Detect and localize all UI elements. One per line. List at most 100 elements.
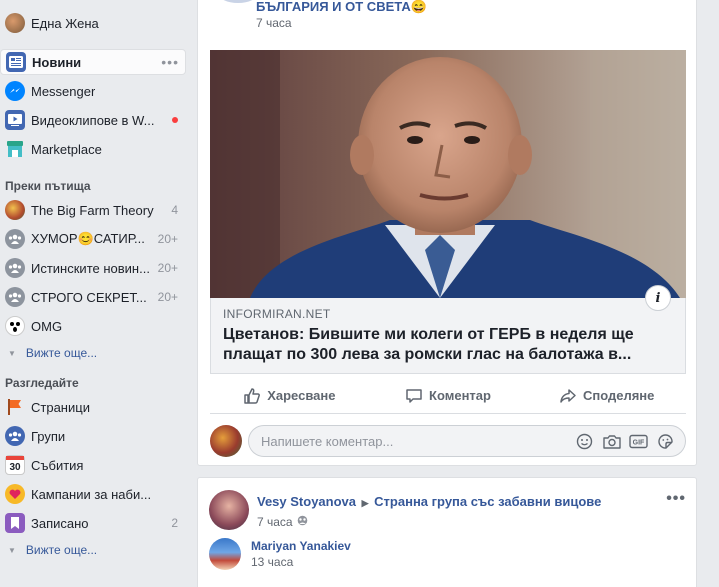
sidebar-item-label: Messenger [31,83,96,99]
sticker-icon[interactable] [656,432,675,451]
pages-flag-icon [5,397,25,417]
triangle-right-icon: ▶ [361,498,369,508]
commenter-name[interactable]: Mariyan Yanakiev [251,539,351,553]
sidebar-item-watch[interactable]: Видеоклипове в W... [0,107,186,133]
see-more-label: Вижте още... [25,543,98,557]
explore-header: Разгледайте [5,376,79,390]
link-preview-meta[interactable]: i INFORMIRAN.NET Цветанов: Бившите ми ко… [210,285,686,374]
link-domain: INFORMIRAN.NET [223,307,331,321]
info-icon[interactable]: i [645,285,671,311]
group-name[interactable]: Странна група със забавни вицове [374,494,601,509]
svg-text:GIF: GIF [633,440,645,447]
news-feed-icon [6,52,26,72]
sidebar-item-news-feed[interactable]: Новини ••• [0,49,186,75]
more-options-icon[interactable]: ••• [161,54,179,70]
sidebar-item-label: OMG [31,318,63,334]
messenger-icon [5,81,25,101]
unread-count: 20+ [157,261,178,275]
sidebar-item-label: Събития [31,457,84,473]
post-header: Vesy Stoyanova ▶ Странна група със забав… [257,494,601,509]
like-button[interactable]: Харесване [210,378,369,413]
unread-count: 20+ [157,290,178,304]
comment-label: Коментар [429,388,491,403]
post-actions: Харесване Коментар Споделяне [210,378,686,414]
comment-placeholder: Напишете коментар... [261,434,394,449]
sidebar-item-label: Групи [31,428,66,444]
see-more-label: Вижте още... [25,346,98,360]
gif-icon[interactable]: GIF [629,432,648,451]
see-more-shortcuts[interactable]: ▼ Вижте още... [8,346,97,360]
camera-icon[interactable] [602,432,621,451]
post-title[interactable]: БЪЛГАРИЯ И ОТ СВЕТА😄 [256,0,427,15]
sidebar-item-label: Записано [31,515,89,531]
comment-button[interactable]: Коментар [369,378,528,413]
sidebar-item-events[interactable]: 30 Събития [0,452,186,478]
audience-globe-icon [297,515,308,529]
share-button[interactable]: Споделяне [527,378,686,413]
feed-post: БЪЛГАРИЯ И ОТ СВЕТА😄 7 часа i INFORMIRAN… [197,0,697,466]
sidebar-item-label: Marketplace [31,141,102,157]
comment-tools: GIF [575,432,675,451]
news-photo [210,50,686,298]
unread-count: 20+ [157,232,178,246]
unread-count: 4 [171,203,178,217]
events-calendar-icon: 30 [5,455,25,475]
shortcuts-header: Преки пътища [5,179,91,193]
author-name[interactable]: Vesy Stoyanova [257,494,356,509]
sidebar-item-label: Видеоклипове в W... [31,112,155,128]
share-arrow-icon [560,388,576,403]
comment-input[interactable]: Напишете коментар... GIF [248,425,686,457]
post-timestamp[interactable]: 7 часа [257,515,293,529]
unread-count: 2 [171,516,178,530]
sidebar-item-shortcut[interactable]: СТРОГО СЕКРЕТ... 20+ [0,284,186,310]
comment-bubble-icon [406,388,422,403]
sidebar-item-shortcut[interactable]: Истинските новин... 20+ [0,255,186,281]
group-avatar [5,200,25,220]
sidebar-item-saved[interactable]: Записано 2 [0,510,186,536]
user-avatar [210,425,242,457]
sidebar-item-label: СТРОГО СЕКРЕТ... [31,289,147,305]
profile-name: Една Жена [31,15,99,31]
omg-face-icon [5,316,25,336]
watch-icon [5,110,25,130]
emoji-icon[interactable] [575,432,594,451]
sidebar-item-label: Кампании за наби... [31,486,152,502]
group-icon [5,258,25,278]
sidebar-item-shortcut[interactable]: The Big Farm Theory 4 [0,197,186,223]
sidebar-item-fundraisers[interactable]: Кампании за наби... [0,481,186,507]
link-title[interactable]: Цветанов: Бившите ми колеги от ГЕРБ в не… [223,325,673,365]
comment-composer: Напишете коментар... GIF [210,424,686,458]
share-label: Споделяне [582,388,655,403]
post-timestamp[interactable]: 7 часа [256,16,292,30]
sidebar-item-label: The Big Farm Theory [31,202,154,218]
notification-dot [172,117,178,123]
commenter-avatar[interactable] [209,538,241,570]
like-thumb-icon [244,387,261,404]
see-more-explore[interactable]: ▼ Вижте още... [8,543,97,557]
sidebar-item-messenger[interactable]: Messenger [0,78,186,104]
sidebar-item-label: Страници [31,399,90,415]
groups-icon [5,426,25,446]
sidebar-item-shortcut[interactable]: ХУМОР😊САТИР... 20+ [0,226,186,252]
chevron-down-icon: ▼ [8,545,16,555]
sidebar-item-label: Истинските новин... [31,260,150,276]
post-options-icon[interactable]: ••• [666,490,686,508]
sidebar-item-marketplace[interactable]: Marketplace [0,136,186,162]
left-sidebar: Една Жена Новини ••• Messenger Видеоклип… [0,0,190,587]
sidebar-item-groups[interactable]: Групи [0,423,186,449]
author-avatar[interactable] [209,490,249,530]
chevron-down-icon: ▼ [8,348,16,358]
comment-timestamp[interactable]: 13 часа [251,555,293,569]
sidebar-item-shortcut[interactable]: OMG [0,313,186,339]
fundraisers-icon [5,484,25,504]
profile-link[interactable]: Една Жена [0,10,186,36]
sidebar-item-pages[interactable]: Страници [0,394,186,420]
like-label: Харесване [267,388,336,403]
sidebar-item-label: Новини [32,54,82,70]
link-preview-image[interactable] [210,50,686,298]
group-icon [5,287,25,307]
post-meta: 7 часа [257,515,308,529]
marketplace-icon [5,139,25,159]
page-avatar[interactable] [218,0,258,3]
group-icon [5,229,25,249]
